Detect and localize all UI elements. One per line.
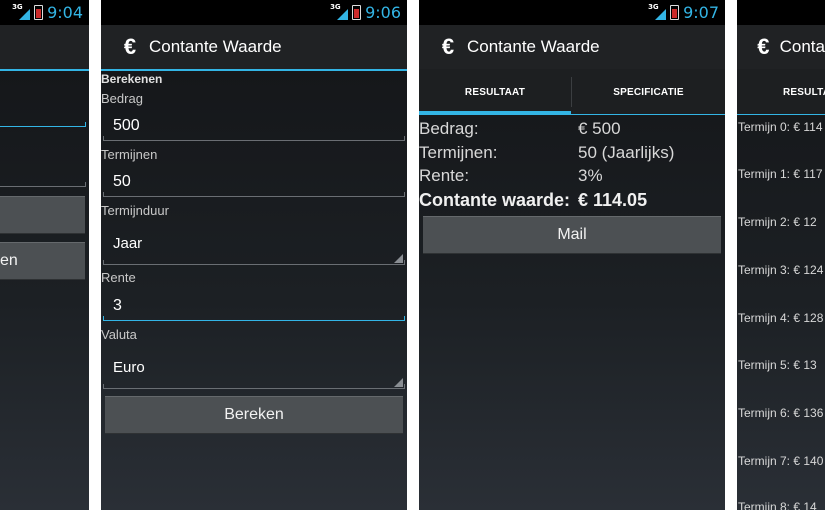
- screen-2: 3G 9:06 € Contante Waarde Berekenen Bedr…: [101, 0, 407, 510]
- rente-label: Rente: [101, 270, 136, 285]
- euro-icon: €: [757, 34, 770, 59]
- result-value-contante-waarde: € 114.05: [578, 190, 648, 210]
- status-bar: [737, 0, 825, 25]
- status-clock: 9:06: [365, 3, 401, 22]
- tab-bar-line: [737, 114, 825, 115]
- result-label-termijnen: Termijnen:: [419, 143, 498, 162]
- term-row: Termijn 7: € 140: [738, 454, 824, 468]
- app-title: Contante Waarde: [149, 37, 282, 56]
- valuta-label: Valuta: [101, 327, 137, 342]
- screen-4: € Conta RESULTA Termijn 0: € 114 Termijn…: [737, 0, 825, 510]
- action-bar: € Conta: [737, 25, 825, 71]
- bereken-button[interactable]: Bereken: [105, 396, 403, 434]
- screen-3: 3G 9:07 € Contante Waarde RESULTAAT SPEC…: [419, 0, 725, 510]
- result-value-rente: 3%: [578, 166, 603, 185]
- result-value-termijnen: 50 (Jaarlijks): [578, 143, 675, 162]
- input-underline: [103, 192, 405, 197]
- signal-3g-icon: 3G: [648, 3, 667, 22]
- spinner-arrow-icon: [394, 254, 403, 263]
- input-underline: [0, 122, 86, 127]
- status-clock: 9:04: [47, 3, 83, 22]
- app-title: Conta: [779, 37, 825, 56]
- bedrag-label: Bedrag: [101, 91, 143, 106]
- battery-icon: [352, 5, 362, 20]
- spinner-underline: [103, 260, 405, 265]
- status-bar: 3G 9:06: [101, 0, 407, 25]
- button-label: en: [0, 252, 18, 269]
- term-row: Termijn 0: € 114: [738, 120, 823, 134]
- input-underline: [103, 136, 405, 141]
- valuta-spinner[interactable]: Euro: [113, 359, 145, 376]
- euro-icon: €: [441, 34, 455, 59]
- tab-bar: RESULTAAT SPECIFICATIE: [419, 69, 725, 115]
- result-label-bedrag: Bedrag:: [419, 119, 479, 138]
- term-row: Termijn 3: € 124: [738, 263, 824, 277]
- result-label-rente: Rente:: [419, 166, 470, 185]
- app-title: Contante Waarde: [467, 37, 600, 56]
- signal-3g-icon: 3G: [330, 3, 349, 22]
- action-bar: € Contante Waarde: [419, 25, 725, 71]
- tab-bar-line: [419, 114, 725, 115]
- input-underline: [0, 182, 86, 187]
- result-label-contante-waarde: Contante waarde:: [419, 190, 571, 210]
- battery-icon: [670, 5, 680, 20]
- spinner-underline: [103, 384, 405, 389]
- termijnen-label: Termijnen: [101, 147, 158, 162]
- termijnduur-label: Termijnduur: [101, 203, 169, 218]
- status-clock: 9:07: [683, 3, 719, 22]
- input-underline-focused: [103, 316, 405, 321]
- action-bar: [0, 25, 89, 71]
- tab-resultaat[interactable]: RESULTA: [783, 69, 825, 115]
- tab-specificatie[interactable]: SPECIFICATIE: [572, 69, 725, 115]
- status-bar: 3G 9:04: [0, 0, 89, 25]
- term-row: Termijn 6: € 136: [738, 406, 824, 420]
- mail-button[interactable]: Mail: [423, 216, 721, 254]
- term-row: Termijn 2: € 12: [738, 215, 817, 229]
- tab-resultaat[interactable]: RESULTAAT: [419, 69, 571, 115]
- screen-1: 3G 9:04 en: [0, 0, 89, 510]
- section-header: Berekenen: [101, 72, 163, 86]
- partial-button[interactable]: [0, 196, 85, 234]
- partial-bereken-button[interactable]: en: [0, 242, 85, 280]
- term-row: Termijn 1: € 117: [738, 167, 823, 181]
- rente-input[interactable]: 3: [113, 297, 122, 315]
- term-row: Termijn 5: € 13: [738, 358, 817, 372]
- battery-icon: [34, 5, 44, 20]
- action-bar: € Contante Waarde: [101, 25, 407, 71]
- termijnduur-spinner[interactable]: Jaar: [113, 235, 142, 252]
- tab-bar: RESULTA: [737, 69, 825, 115]
- spinner-arrow-icon: [394, 378, 403, 387]
- result-value-bedrag: € 500: [578, 119, 621, 138]
- bedrag-input[interactable]: 500: [113, 117, 140, 135]
- signal-3g-icon: 3G: [12, 3, 31, 22]
- termijnen-input[interactable]: 50: [113, 173, 131, 191]
- status-bar: 3G 9:07: [419, 0, 725, 25]
- term-row: Termijn 8: € 14: [738, 500, 817, 510]
- euro-icon: €: [123, 34, 137, 59]
- term-row: Termijn 4: € 128: [738, 311, 824, 325]
